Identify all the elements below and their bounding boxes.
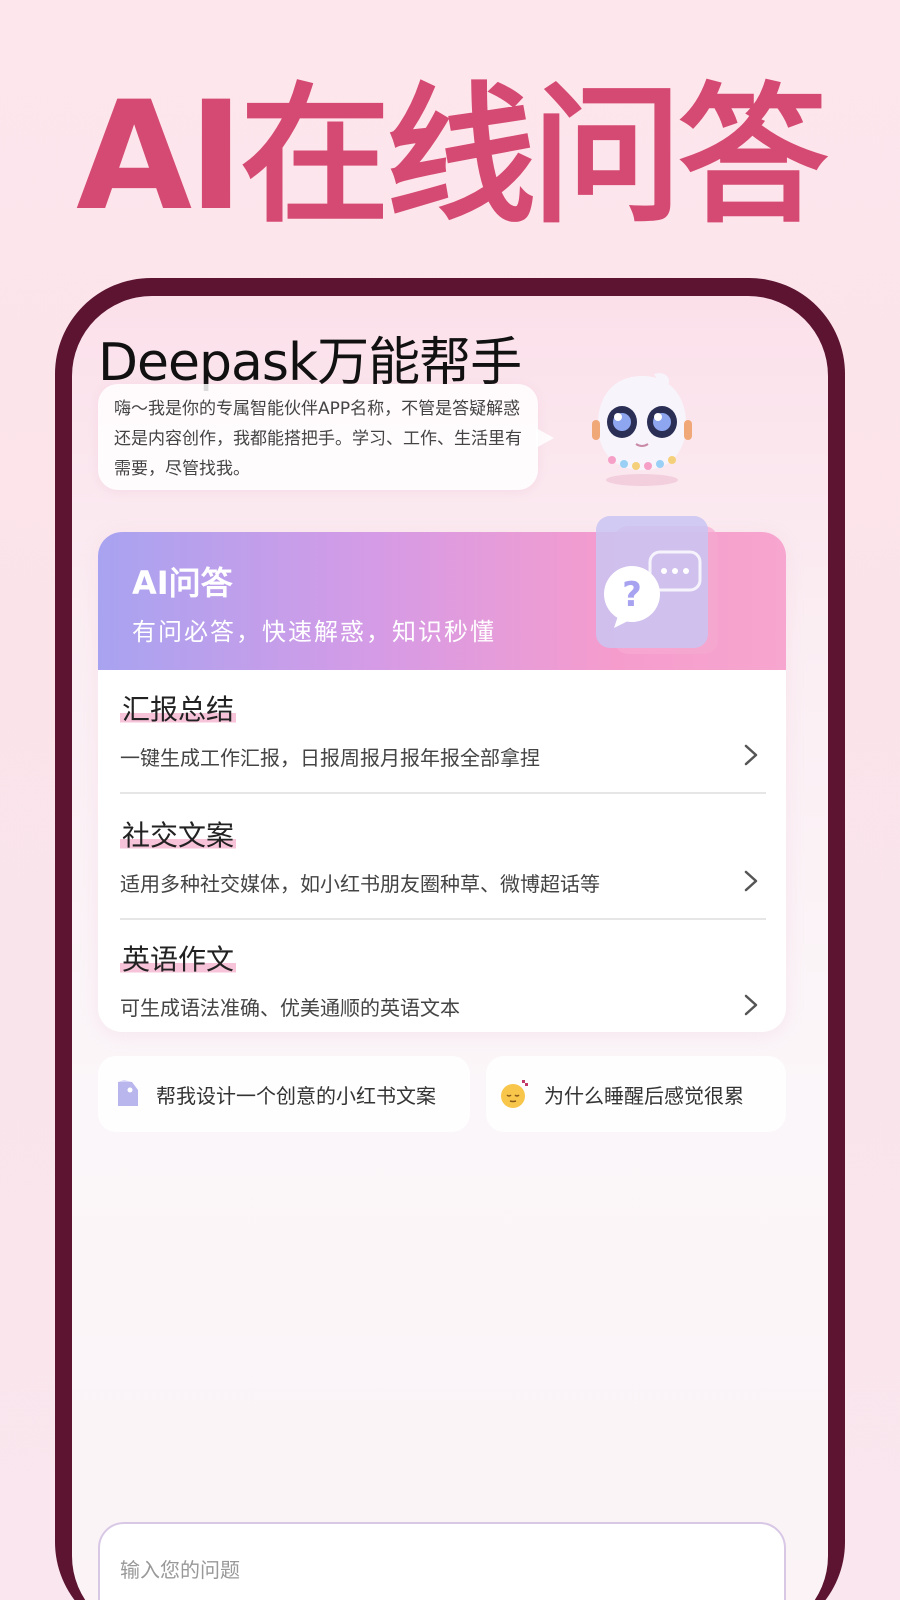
intro-speech-bubble: 嗨～我是你的专属智能伙伴APP名称，不管是答疑解惑还是内容创作，我都能搭把手。学…: [98, 384, 554, 490]
qa-item-title: 英语作文: [120, 938, 237, 978]
question-input[interactable]: 输入您的问题: [98, 1522, 786, 1600]
qa-item-title: 社交文案: [120, 814, 237, 854]
chevron-right-icon: [744, 744, 758, 766]
qa-item-desc: 一键生成工作汇报，日报周报月报年报全部拿捏: [120, 746, 540, 770]
divider: [120, 792, 766, 794]
ai-qa-title: AI问答: [132, 564, 233, 602]
chevron-right-icon: [744, 994, 758, 1016]
qa-item-english-essay[interactable]: 英语作文 可生成语法准确、优美通顺的英语文本: [120, 920, 766, 1032]
qa-item-social-copy[interactable]: 社交文案 适用多种社交媒体，如小红书朋友圈种草、微博超话等: [120, 796, 766, 920]
chevron-right-icon: [744, 870, 758, 892]
question-input-placeholder: 输入您的问题: [120, 1558, 240, 1582]
qa-item-report-summary[interactable]: 汇报总结 一键生成工作汇报，日报周报月报年报全部拿捏: [120, 670, 766, 794]
qa-item-desc: 可生成语法准确、优美通顺的英语文本: [120, 996, 460, 1020]
question-chat-icon: ?: [596, 516, 718, 654]
suggestion-label: 帮我设计一个创意的小红书文案: [156, 1083, 436, 1108]
qa-item-desc: 适用多种社交媒体，如小红书朋友圈种草、微博超话等: [120, 872, 600, 896]
qa-item-title: 汇报总结: [120, 688, 237, 728]
suggestion-chip-xiaohongshu[interactable]: 帮我设计一个创意的小红书文案: [98, 1056, 470, 1132]
suggestion-chip-sleep[interactable]: 为什么睡醒后感觉很累: [486, 1056, 786, 1132]
svg-text:?: ?: [622, 575, 642, 615]
hero-title: AI在线问答: [76, 70, 828, 244]
ai-qa-card: AI问答 有问必答，快速解惑，知识秒懂 ? 汇报总结 一键生成工作汇报，日报周报…: [98, 516, 786, 1032]
ai-qa-header[interactable]: AI问答 有问必答，快速解惑，知识秒懂 ?: [98, 516, 786, 670]
phone-screen: Deepask万能帮手 嗨～我是你的专属智能伙伴APP名称，不管是答疑解惑还是内…: [72, 296, 828, 1600]
robot-mascot-icon: [592, 373, 692, 486]
sleepy-face-icon: [501, 1080, 528, 1108]
suggestion-label: 为什么睡醒后感觉很累: [544, 1083, 744, 1108]
tag-icon: [118, 1080, 138, 1106]
ai-qa-subtitle: 有问必答，快速解惑，知识秒懂: [132, 618, 496, 646]
